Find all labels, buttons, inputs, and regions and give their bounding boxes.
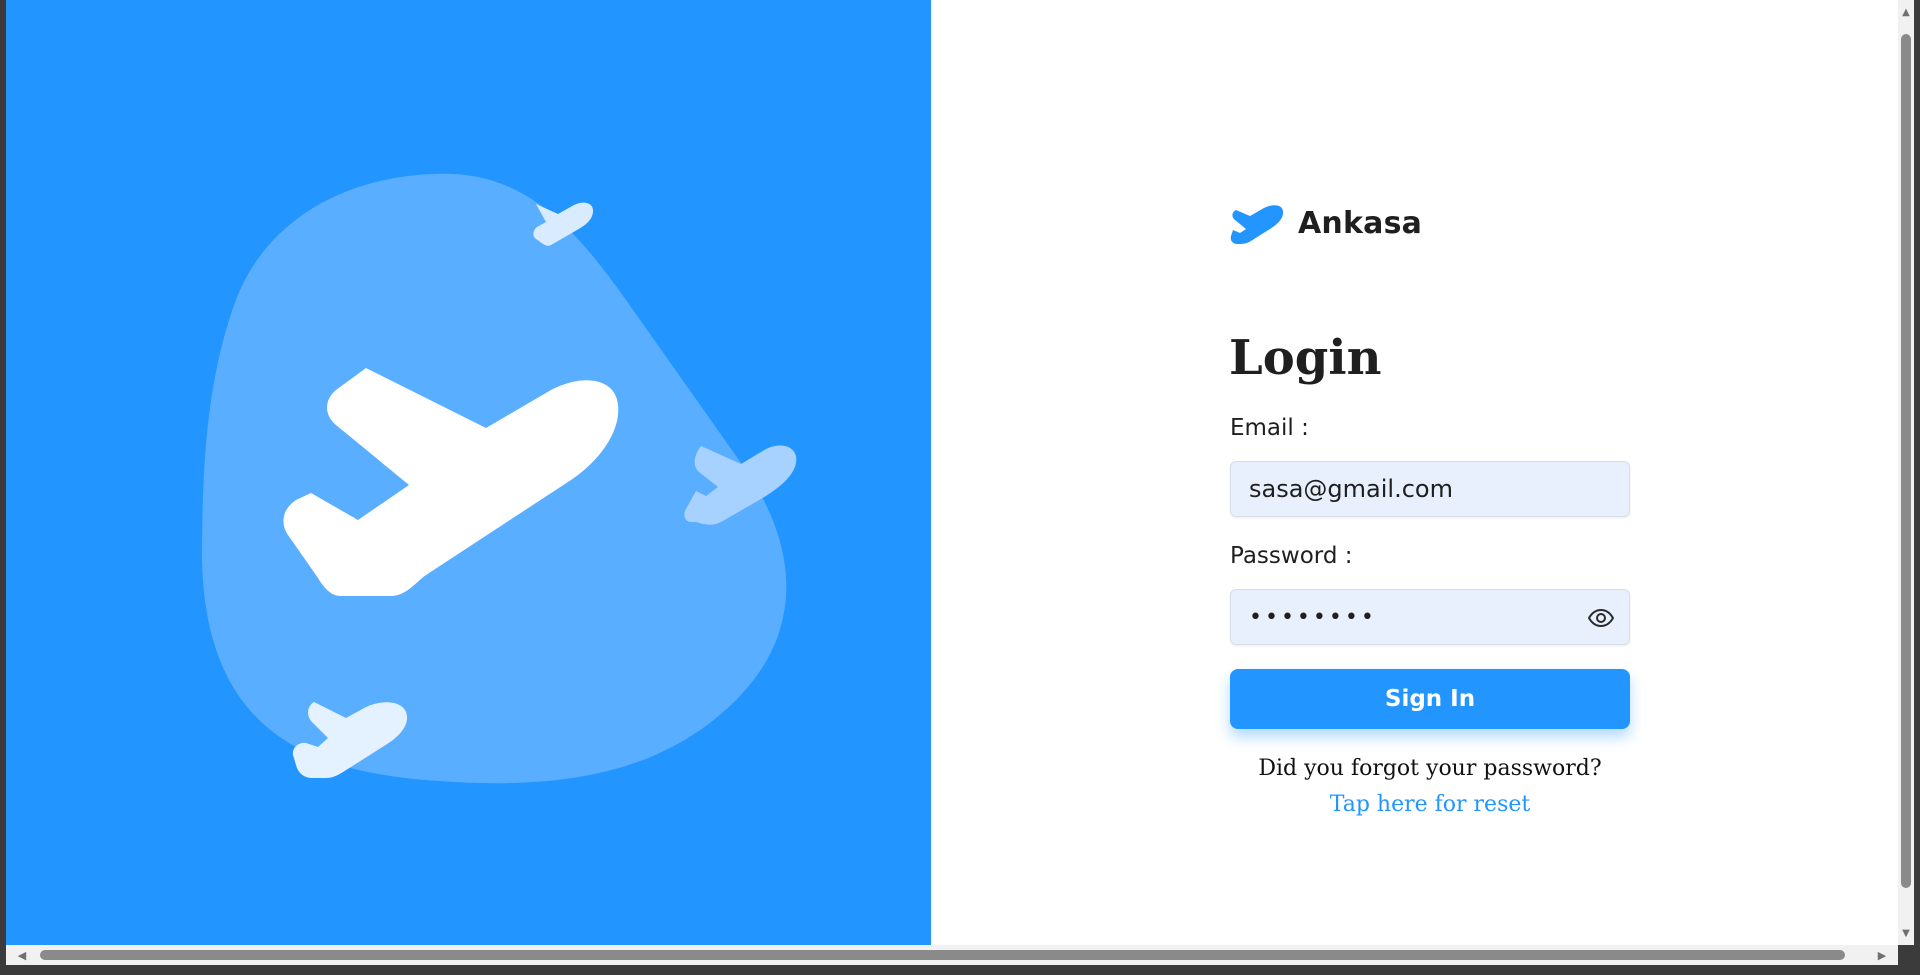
eye-icon[interactable] — [1587, 604, 1615, 632]
hero-panel — [6, 0, 931, 945]
horizontal-scrollbar[interactable]: ◀ ▶ — [6, 945, 1898, 965]
sign-in-button[interactable]: Sign In — [1230, 669, 1630, 729]
scroll-down-arrow-icon[interactable]: ▼ — [1898, 925, 1914, 941]
login-panel: Ankasa Login Email : Password : Sign In … — [931, 0, 1898, 945]
vertical-scrollbar[interactable]: ▲ ▼ — [1898, 0, 1914, 945]
brand: Ankasa — [1230, 202, 1422, 244]
password-field-container — [1230, 589, 1630, 645]
page-title: Login — [1229, 330, 1382, 386]
forgot-password-text: Did you forgot your password? — [1258, 756, 1602, 781]
password-field[interactable] — [1231, 590, 1629, 644]
email-field-container — [1230, 461, 1630, 517]
airplane-logo-icon — [1230, 205, 1284, 244]
reset-password-link[interactable]: Tap here for reset — [1230, 792, 1630, 817]
email-label: Email : — [1230, 415, 1309, 441]
password-label: Password : — [1230, 543, 1353, 569]
hero-illustration — [202, 173, 797, 784]
email-field[interactable] — [1231, 462, 1629, 516]
scroll-left-arrow-icon[interactable]: ◀ — [14, 947, 30, 963]
scroll-right-arrow-icon[interactable]: ▶ — [1874, 947, 1890, 963]
vertical-scroll-thumb[interactable] — [1901, 34, 1911, 888]
browser-viewport: Ankasa Login Email : Password : Sign In … — [6, 0, 1898, 945]
horizontal-scroll-thumb[interactable] — [40, 950, 1845, 960]
brand-name: Ankasa — [1298, 205, 1423, 241]
scroll-up-arrow-icon[interactable]: ▲ — [1898, 4, 1914, 20]
